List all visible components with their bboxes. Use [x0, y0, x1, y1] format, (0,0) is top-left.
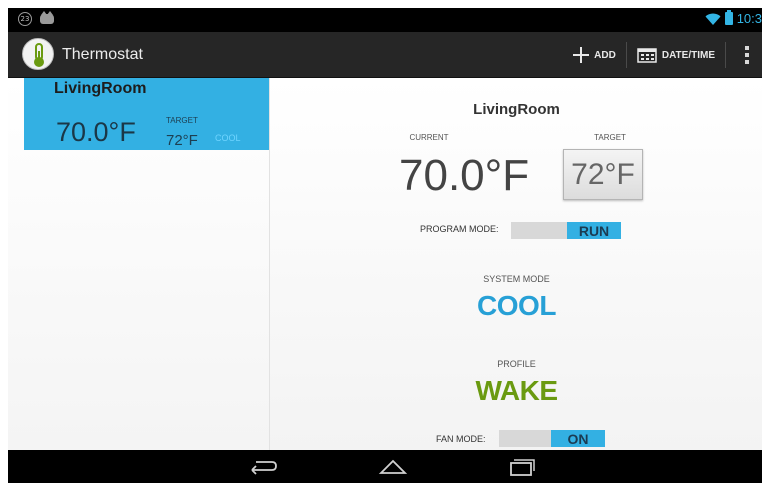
- fan-mode-toggle[interactable]: ON: [499, 430, 605, 447]
- thermometer-icon[interactable]: [22, 38, 54, 70]
- fan-mode-label: FAN MODE:: [436, 434, 486, 444]
- back-icon[interactable]: [248, 455, 278, 477]
- clock: 10:3: [736, 11, 762, 26]
- notification-area: 23: [18, 11, 54, 26]
- room-card-livingroom[interactable]: LivingRoom 70.0°F TARGET 72°F COOL: [24, 78, 269, 150]
- program-mode-toggle[interactable]: RUN: [511, 222, 621, 239]
- room-detail: LivingRoom CURRENT TARGET 70.0°F 72°F PR…: [271, 78, 762, 450]
- fan-mode-value: ON: [551, 430, 605, 447]
- wifi-icon: [705, 13, 721, 25]
- room-card-mode: COOL: [215, 133, 241, 143]
- room-card-target-label: TARGET: [166, 116, 198, 125]
- room-list: LivingRoom 70.0°F TARGET 72°F COOL: [8, 78, 270, 450]
- content-area: LivingRoom 70.0°F TARGET 72°F COOL Livin…: [8, 78, 762, 450]
- datetime-label: DATE/TIME: [661, 49, 715, 61]
- datetime-button[interactable]: DATE/TIME: [627, 39, 725, 71]
- target-label: TARGET: [594, 133, 626, 142]
- action-bar: Thermostat ADD DATE/TIME: [8, 32, 762, 78]
- add-button[interactable]: ADD: [563, 39, 626, 71]
- thermometer-glyph: [34, 43, 44, 67]
- plus-icon: [573, 47, 590, 63]
- device-screen: 23 10:3 Thermostat ADD DATE/TIME LivingR…: [8, 8, 762, 483]
- detail-room-name: LivingRoom: [473, 101, 560, 118]
- action-bar-actions: ADD DATE/TIME: [563, 32, 762, 78]
- profile-label: PROFILE: [497, 359, 536, 369]
- system-status: 10:3: [705, 10, 762, 26]
- room-card-current-temp: 70.0°F: [56, 117, 136, 147]
- action-divider: [725, 42, 726, 68]
- battery-icon: [724, 10, 733, 25]
- target-temperature-button[interactable]: 72°F: [563, 149, 643, 200]
- notification-badge-icon: 23: [18, 12, 32, 26]
- profile-value[interactable]: WAKE: [271, 375, 762, 407]
- current-label: CURRENT: [409, 133, 449, 142]
- status-bar: 23 10:3: [8, 8, 762, 32]
- room-card-target-temp: 72°F: [166, 132, 198, 149]
- home-icon[interactable]: [378, 455, 408, 477]
- navigation-bar: [8, 450, 762, 483]
- system-mode-label: SYSTEM MODE: [483, 274, 550, 284]
- system-mode-value[interactable]: COOL: [271, 290, 762, 322]
- room-card-name: LivingRoom: [54, 80, 147, 97]
- calendar-icon: [637, 48, 657, 63]
- overflow-menu-icon[interactable]: [732, 32, 762, 78]
- add-label: ADD: [594, 49, 616, 61]
- program-mode-label: PROGRAM MODE:: [420, 224, 499, 234]
- app-title: Thermostat: [62, 46, 143, 63]
- program-mode-value: RUN: [567, 222, 621, 239]
- current-temperature: 70.0°F: [399, 151, 530, 200]
- recent-apps-icon[interactable]: [506, 455, 536, 477]
- app-notification-icon: [40, 11, 54, 24]
